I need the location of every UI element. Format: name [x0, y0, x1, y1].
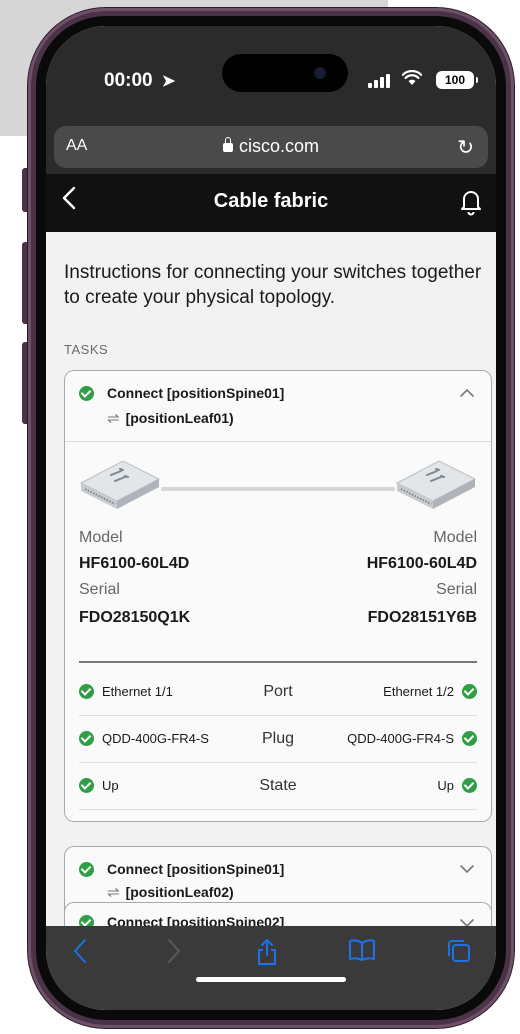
chevron-down-icon[interactable]: [459, 915, 475, 926]
app-header: Cable fabric: [46, 174, 496, 232]
left-serial-value: FDO28150Q1K: [79, 609, 191, 626]
task-target: ⇌ [positionLeaf02): [107, 884, 234, 901]
notifications-button[interactable]: [460, 188, 482, 216]
right-model-label: Model: [433, 529, 477, 546]
reload-icon[interactable]: ↻: [457, 135, 474, 160]
swap-arrows-icon: ⇌: [107, 884, 120, 901]
left-serial-label: Serial: [79, 581, 120, 598]
chevron-up-icon[interactable]: [459, 385, 475, 403]
success-check-icon: [79, 915, 94, 926]
right-plug: QDD-400G-FR4-S: [347, 731, 454, 746]
phone-bezel: 00:00 ➤ 100 AA cisco.com ↻ Cable fabric …: [36, 16, 506, 1020]
success-check-icon: [462, 684, 477, 699]
row-label: State: [259, 777, 297, 794]
back-arrow-icon[interactable]: [72, 938, 88, 971]
task-card: Connect [positionSpine01] ⇌ [positionLeaf…: [64, 370, 492, 822]
task-card-header[interactable]: Connect [positionSpine01] ⇌ [positionLeaf…: [65, 371, 491, 442]
tabs-icon[interactable]: [446, 938, 472, 971]
url-domain[interactable]: cisco.com: [54, 136, 488, 157]
lock-icon: [222, 137, 233, 152]
table-row: Ethernet 1/1 Port Ethernet 1/2: [79, 669, 477, 716]
browser-url-bar: AA cisco.com ↻: [46, 122, 496, 174]
battery-indicator: 100: [436, 71, 478, 89]
success-check-icon: [79, 862, 94, 877]
task-title: Connect [positionSpine01]: [107, 385, 285, 401]
bookmarks-icon[interactable]: [348, 938, 376, 969]
browser-toolbar: [46, 926, 496, 1010]
status-bar: 00:00 ➤ 100: [46, 26, 496, 122]
success-check-icon: [462, 731, 477, 746]
task-card[interactable]: Connect [positionSpine02]: [64, 902, 492, 926]
table-row: QDD-400G-FR4-S Plug QDD-400G-FR4-S: [79, 716, 477, 763]
content-area: Instructions for connecting your switche…: [46, 232, 496, 926]
right-port: Ethernet 1/2: [383, 684, 454, 699]
task-title: Connect [positionSpine01]: [107, 861, 285, 877]
cellular-signal-icon: [368, 72, 390, 88]
wifi-icon: [401, 69, 423, 92]
page-title: Cable fabric: [213, 190, 329, 212]
table-row: Up State Up: [79, 763, 477, 810]
intro-text: Instructions for connecting your switche…: [64, 262, 482, 308]
swap-arrows-icon: ⇌: [107, 410, 120, 427]
left-model-label: Model: [79, 529, 123, 546]
success-check-icon: [462, 778, 477, 793]
switch-icon: [77, 453, 163, 518]
phone-frame: 00:00 ➤ 100 AA cisco.com ↻ Cable fabric …: [28, 8, 514, 1028]
connection-table: Ethernet 1/1 Port Ethernet 1/2 QDD-400G-…: [79, 669, 477, 810]
bell-icon: [461, 191, 481, 216]
dynamic-island: [222, 54, 348, 92]
home-indicator[interactable]: [196, 977, 346, 982]
status-time: 00:00 ➤: [104, 70, 176, 91]
switch-icon: [393, 453, 479, 518]
phone-screen: 00:00 ➤ 100 AA cisco.com ↻ Cable fabric …: [46, 26, 496, 1010]
share-icon[interactable]: [256, 938, 278, 973]
task-title: Connect [positionSpine02]: [107, 914, 285, 926]
location-arrow-icon: ➤: [161, 73, 176, 90]
section-divider: [79, 661, 477, 663]
chevron-down-icon[interactable]: [459, 861, 475, 879]
task-target: ⇌ [positionLeaf01): [107, 410, 234, 427]
cable-line: [161, 487, 395, 491]
left-model-value: HF6100-60L4D: [79, 555, 190, 572]
address-field[interactable]: AA cisco.com ↻: [54, 126, 488, 168]
right-state: Up: [437, 778, 454, 793]
front-camera: [314, 67, 326, 79]
tasks-heading: TASKS: [64, 342, 109, 357]
right-model-value: HF6100-60L4D: [366, 555, 477, 572]
connection-diagram: [65, 453, 491, 523]
right-serial-label: Serial: [436, 581, 477, 598]
success-check-icon: [79, 386, 94, 401]
forward-arrow-icon[interactable]: [166, 938, 182, 971]
right-serial-value: FDO28151Y6B: [367, 609, 477, 626]
